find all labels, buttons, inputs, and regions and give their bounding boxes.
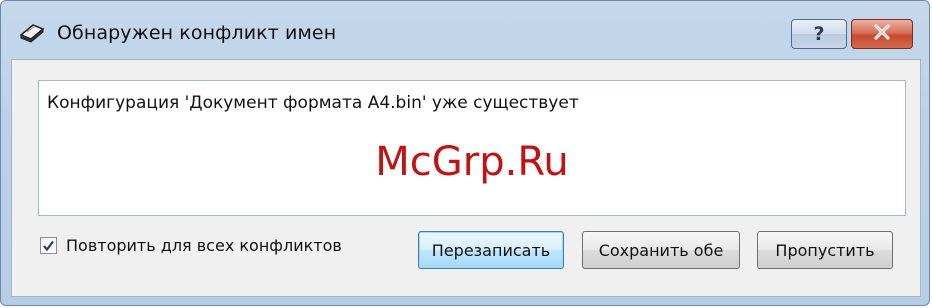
close-icon <box>872 24 892 44</box>
watermark-text: McGrp.Ru <box>375 139 569 185</box>
window-title: Обнаружен конфликт имен <box>57 22 337 44</box>
checkmark-icon <box>43 240 54 252</box>
dialog-body: Конфигурация 'Документ формата A4.bin' у… <box>11 59 921 297</box>
conflict-message: Конфигурация 'Документ формата A4.bin' у… <box>47 93 579 113</box>
keep-both-button[interactable]: Сохранить обе <box>582 231 740 269</box>
repeat-for-all-checkbox[interactable] <box>40 237 57 254</box>
help-label: ? <box>813 23 825 45</box>
repeat-for-all-option[interactable]: Повторить для всех конфликтов <box>40 236 342 255</box>
conflict-dialog: Обнаружен конфликт имен ? Конфигурация '… <box>0 0 930 306</box>
overwrite-button[interactable]: Перезаписать <box>418 231 564 269</box>
skip-button[interactable]: Пропустить <box>757 231 893 269</box>
message-area: Конфигурация 'Документ формата A4.bin' у… <box>38 80 906 216</box>
repeat-for-all-label[interactable]: Повторить для всех конфликтов <box>66 236 342 255</box>
help-button[interactable]: ? <box>791 19 847 49</box>
close-button[interactable] <box>851 19 913 49</box>
title-bar[interactable]: Обнаружен конфликт имен ? <box>1 1 929 61</box>
scanner-icon <box>19 21 45 43</box>
